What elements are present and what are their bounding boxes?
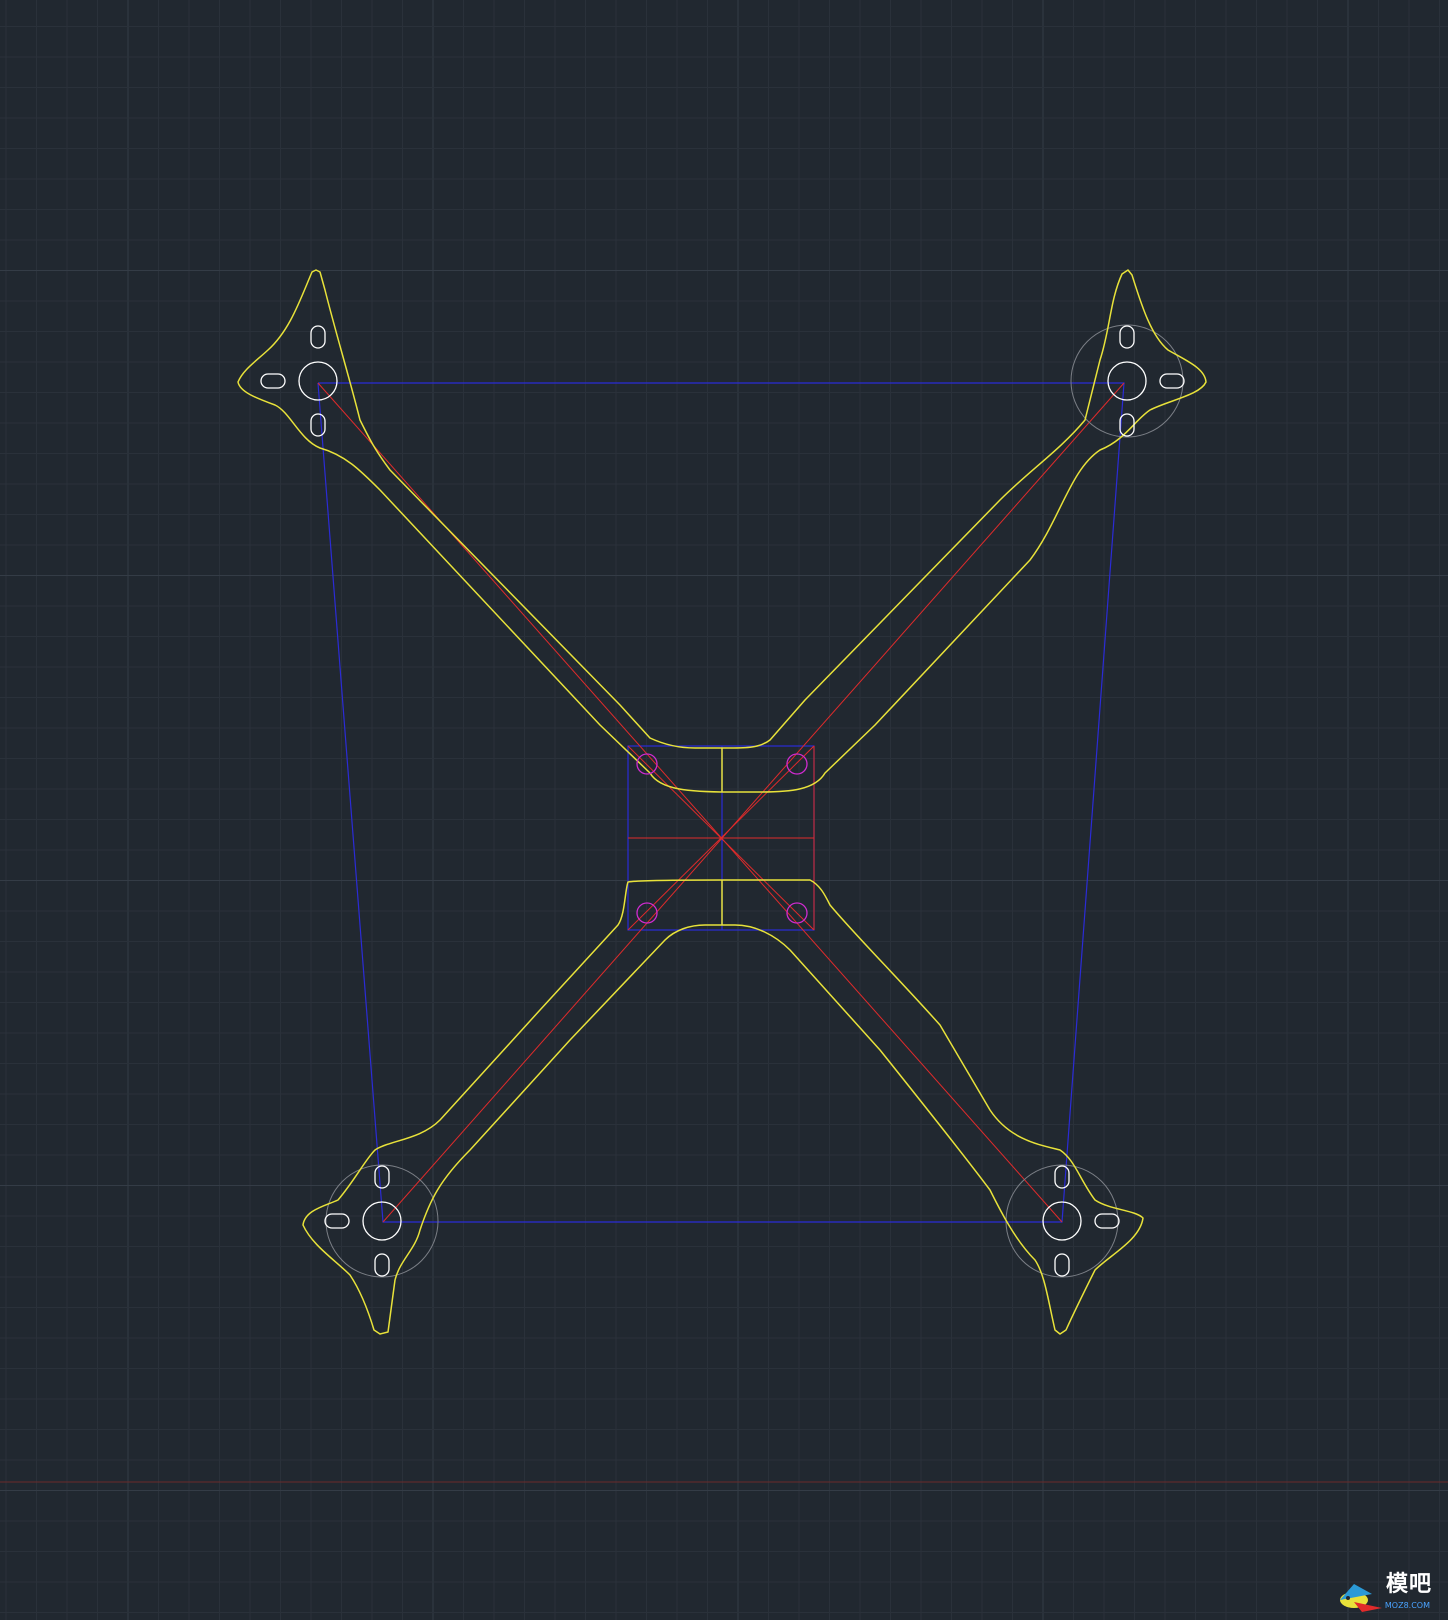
watermark-brand: 模吧	[1385, 1572, 1432, 1597]
cad-drawing-canvas	[0, 0, 1448, 1620]
canvas-background	[0, 0, 1448, 1620]
bird-logo-icon	[1340, 1584, 1382, 1612]
watermark-site: MOZ8.COM	[1384, 1601, 1430, 1610]
watermark: 模吧 MOZ8.COM	[1332, 1570, 1442, 1616]
